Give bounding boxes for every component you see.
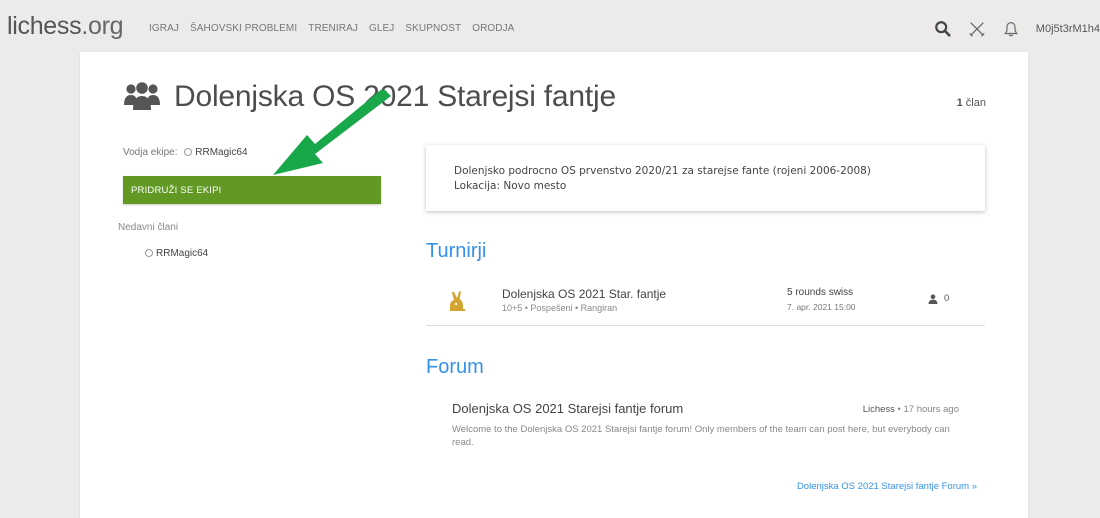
team-icon xyxy=(124,82,160,110)
recent-member-item[interactable]: RRMagic64 xyxy=(141,248,208,259)
leader-label: Vodja ekipe: xyxy=(123,147,178,158)
user-icon xyxy=(928,294,938,304)
logo-tld: .org xyxy=(81,12,124,40)
main-nav: IGRAJ ŠAHOVSKI PROBLEMI TRENIRAJ GLEJ SK… xyxy=(149,23,525,34)
nav-item-learn[interactable]: TRENIRAJ xyxy=(308,23,358,34)
user-menu[interactable]: M0j5t3rM1h4 xyxy=(1036,23,1100,35)
forum-post-body: Welcome to the Dolenjska OS 2021 Starejs… xyxy=(452,424,950,448)
tournament-player-count: 0 xyxy=(944,293,950,304)
recent-member-name: RRMagic64 xyxy=(156,248,209,259)
forum-post-title[interactable]: Dolenjska OS 2021 Starejsi fantje forum xyxy=(452,401,683,416)
online-status-icon xyxy=(184,148,193,156)
nav-item-watch[interactable]: GLEJ xyxy=(369,23,394,34)
tournament-divider xyxy=(426,325,985,326)
post-time: • 17 hours ago xyxy=(894,404,959,415)
nav-item-play[interactable]: IGRAJ xyxy=(149,23,179,34)
lichess-logo[interactable]: lichess.org xyxy=(7,12,124,41)
online-status-icon xyxy=(145,249,153,257)
rabbit-icon xyxy=(450,291,465,311)
annotation-arrow-icon xyxy=(273,90,391,175)
tournaments-heading[interactable]: Turnirji xyxy=(426,240,486,263)
search-icon[interactable] xyxy=(934,20,952,38)
top-right-controls: M0j5t3rM1h4 xyxy=(934,20,1100,38)
forum-post-author: Lichess • 17 hours ago xyxy=(863,404,959,415)
nav-item-community[interactable]: SKUPNOST xyxy=(405,23,461,34)
team-forum-link[interactable]: Dolenjska OS 2021 Starejsi fantje Forum … xyxy=(797,481,977,492)
leader-name[interactable]: RRMagic64 xyxy=(195,147,247,158)
bell-icon[interactable] xyxy=(1002,20,1020,38)
team-leader: Vodja ekipe: RRMagic64 xyxy=(123,147,248,158)
tournament-format: 5 rounds swiss xyxy=(787,287,854,298)
description-line: Dolenjsko podrocno OS prvenstvo 2020/21 … xyxy=(454,165,871,177)
tournament-name[interactable]: Dolenjska OS 2021 Star. fantje xyxy=(502,287,666,301)
team-description: Dolenjsko podrocno OS prvenstvo 2020/21 … xyxy=(426,145,985,211)
recent-members-label: Nedavni člani xyxy=(118,222,179,233)
nav-item-tools[interactable]: ORODJA xyxy=(472,23,514,34)
description-location: Lokacija: Novo mesto xyxy=(454,180,567,192)
tournament-date: 7. apr. 2021 15:00 xyxy=(787,302,856,312)
forum-heading[interactable]: Forum xyxy=(426,356,484,379)
top-bar: lichess.org IGRAJ ŠAHOVSKI PROBLEMI TREN… xyxy=(0,0,1100,48)
logo-name: lichess xyxy=(7,12,82,40)
post-author-name[interactable]: Lichess xyxy=(863,404,895,415)
member-count-label: član xyxy=(962,97,986,109)
crossed-swords-icon[interactable] xyxy=(968,20,986,38)
member-count: 1 član xyxy=(957,97,986,109)
tournament-meta: 10+5 • Pospešeni • Rangiran xyxy=(502,303,618,313)
nav-item-puzzles[interactable]: ŠAHOVSKI PROBLEMI xyxy=(190,23,297,34)
